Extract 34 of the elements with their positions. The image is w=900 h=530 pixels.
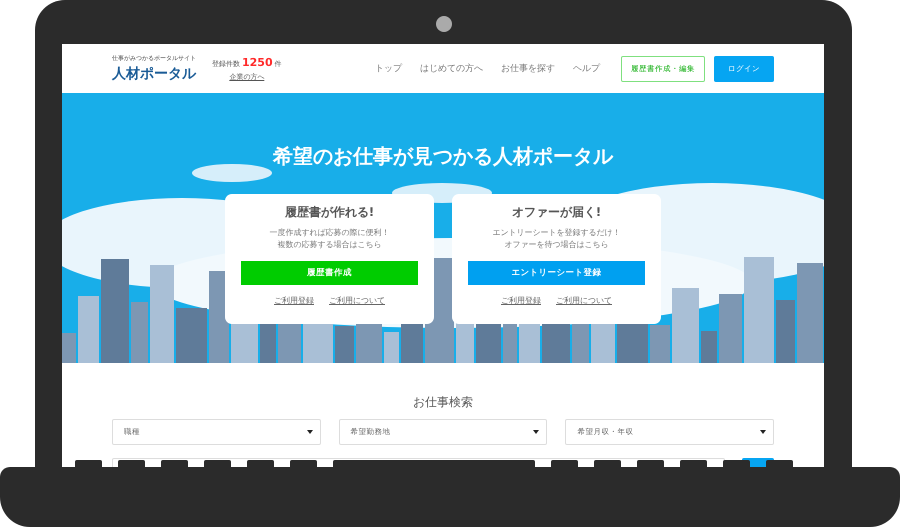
nav-link[interactable]: お仕事を探す (501, 62, 555, 75)
card-description: オファーを待つ場合はこちら (504, 239, 608, 251)
keyboard-key (551, 460, 578, 467)
card-title: オファーが届く! (512, 204, 602, 221)
card-description: 一度作成すれば応募の際に便利！ (270, 227, 390, 239)
keyboard-key (118, 460, 145, 467)
card-link[interactable]: ご利用について (556, 295, 612, 306)
keyboard-key (290, 460, 317, 467)
keyboard-key (75, 460, 102, 467)
keyboard-key (637, 460, 664, 467)
card-title: 履歴書が作れる! (284, 204, 374, 221)
nav-link[interactable]: はじめての方へ (420, 62, 483, 75)
site-logo[interactable]: 人材ポータル (112, 65, 212, 83)
caret-icon (760, 430, 766, 434)
keyboard-key (247, 460, 274, 467)
search-title: お仕事検索 (413, 394, 473, 411)
camera-icon (436, 16, 452, 32)
nav-link[interactable]: トップ (375, 62, 402, 75)
card-link[interactable]: ご利用登録 (501, 295, 541, 306)
card-link[interactable]: ご利用登録 (274, 295, 314, 306)
keyboard-key (204, 460, 231, 467)
card-description: 複数の応募する場合はこちら (278, 239, 382, 251)
keyboard-key (161, 460, 188, 467)
card-description: エントリーシートを登録するだけ！ (492, 227, 620, 239)
keyboard-key (723, 460, 750, 467)
listing-count: 1250 (242, 56, 273, 68)
keyboard-key (594, 460, 621, 467)
keyboard-key (766, 460, 793, 467)
keyboard-key (680, 460, 707, 467)
hero-title: 希望のお仕事が見つかる人材ポータル (273, 143, 613, 170)
card-link[interactable]: ご利用について (329, 295, 385, 306)
caret-icon (306, 430, 313, 434)
caret-icon (533, 430, 540, 434)
nav-link[interactable]: ヘルプ (573, 62, 600, 75)
